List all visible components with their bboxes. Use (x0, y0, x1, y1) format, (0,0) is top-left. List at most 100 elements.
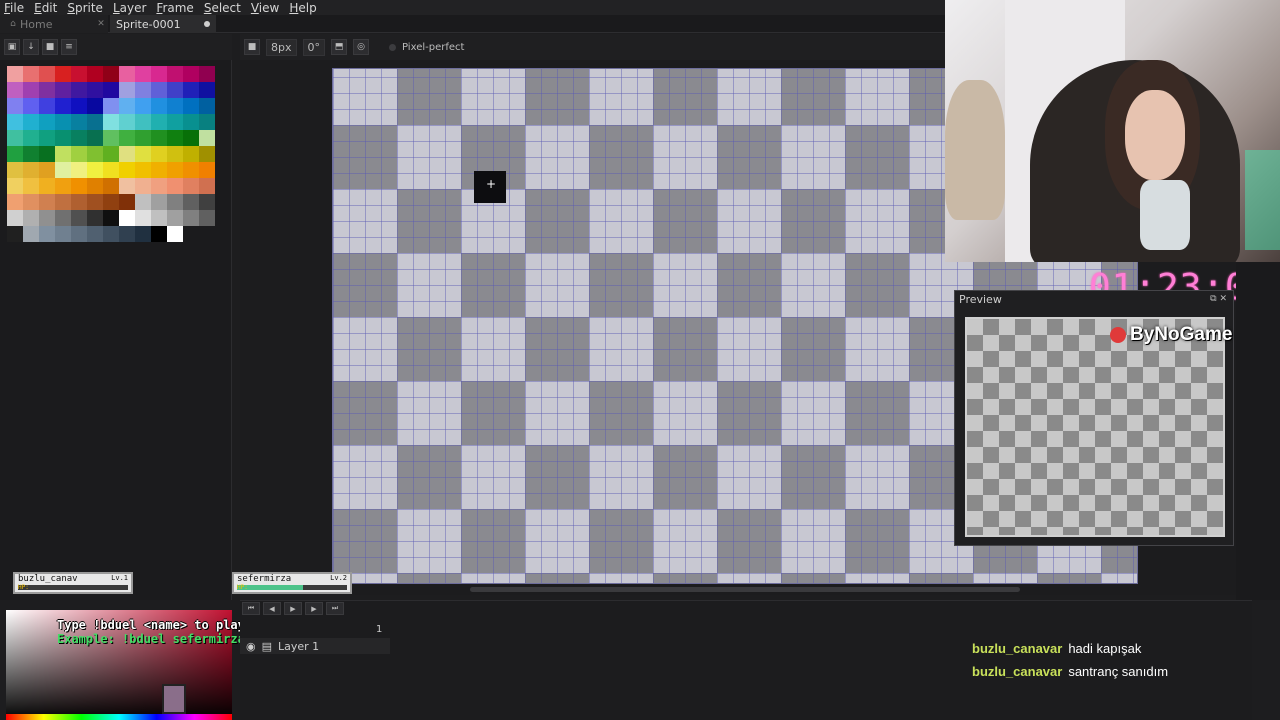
menu-file[interactable]: File (0, 1, 30, 15)
palette-swatch[interactable] (135, 178, 151, 194)
palette-swatch[interactable] (71, 82, 87, 98)
sort-down-icon[interactable]: ↓ (23, 39, 39, 55)
menu-help[interactable]: Help (285, 1, 322, 15)
tab-sprite[interactable]: Sprite-0001 (110, 15, 216, 33)
palette-swatch[interactable] (151, 66, 167, 82)
palette-swatch[interactable] (7, 194, 23, 210)
dynamics-icon[interactable]: ◎ (353, 39, 369, 55)
palette-swatch[interactable] (119, 130, 135, 146)
palette-swatch[interactable] (167, 162, 183, 178)
palette-swatch[interactable] (103, 82, 119, 98)
palette-swatch[interactable] (23, 130, 39, 146)
maximize-icon[interactable]: ⧉ (1210, 294, 1216, 304)
palette-swatch[interactable] (23, 226, 39, 242)
frame-number[interactable]: 1 (376, 624, 382, 635)
layer-row[interactable]: ◉ ▤ Layer 1 (240, 638, 390, 654)
palette-swatch[interactable] (183, 226, 199, 242)
menu-select[interactable]: Select (200, 1, 247, 15)
palette-swatch[interactable] (151, 210, 167, 226)
palette-swatch[interactable] (39, 66, 55, 82)
brush-size-field[interactable]: 8px (266, 38, 297, 56)
palette-swatch[interactable] (7, 178, 23, 194)
palette-swatch[interactable] (103, 98, 119, 114)
palette-swatch[interactable] (119, 178, 135, 194)
palette-swatch[interactable] (55, 210, 71, 226)
palette-swatch[interactable] (135, 226, 151, 242)
palette-swatch[interactable] (119, 194, 135, 210)
palette-swatch[interactable] (199, 114, 215, 130)
palette-swatch[interactable] (103, 66, 119, 82)
palette-swatch[interactable] (71, 146, 87, 162)
palette-swatch[interactable] (199, 194, 215, 210)
palette-swatch[interactable] (39, 146, 55, 162)
palette-swatch[interactable] (119, 162, 135, 178)
palette-swatch[interactable] (55, 82, 71, 98)
palette-swatch[interactable] (55, 130, 71, 146)
palette-swatch[interactable] (7, 82, 23, 98)
next-frame-icon[interactable]: ▶ (305, 602, 323, 615)
palette-swatch[interactable] (55, 178, 71, 194)
palette-swatch[interactable] (183, 162, 199, 178)
palette-swatch[interactable] (55, 146, 71, 162)
palette-swatch[interactable] (183, 210, 199, 226)
lock-icon[interactable]: ▣ (4, 39, 20, 55)
palette-swatch[interactable] (167, 178, 183, 194)
first-frame-icon[interactable]: ⏮ (242, 602, 260, 615)
palette-swatch[interactable] (199, 210, 215, 226)
pixel-perfect-checkbox[interactable] (389, 43, 396, 51)
palette-swatch[interactable] (39, 114, 55, 130)
palette-swatch[interactable] (167, 98, 183, 114)
menu-edit[interactable]: Edit (30, 1, 63, 15)
palette-swatch[interactable] (151, 130, 167, 146)
palette-swatch[interactable] (183, 130, 199, 146)
palette-swatch[interactable] (87, 210, 103, 226)
menu-layer[interactable]: Layer (109, 1, 152, 15)
palette-swatch[interactable] (167, 130, 183, 146)
palette-swatch[interactable] (23, 146, 39, 162)
palette-swatch[interactable] (39, 162, 55, 178)
brush-shape-icon[interactable]: ■ (244, 39, 260, 55)
palette-swatch[interactable] (103, 194, 119, 210)
palette-swatch[interactable] (39, 98, 55, 114)
palette-swatch[interactable] (199, 146, 215, 162)
palette-swatch[interactable] (167, 146, 183, 162)
palette-swatch[interactable] (183, 82, 199, 98)
palette-swatch[interactable] (135, 210, 151, 226)
palette-swatch[interactable] (39, 178, 55, 194)
palette-swatch[interactable] (135, 130, 151, 146)
palette-swatch[interactable] (71, 66, 87, 82)
palette-swatch[interactable] (119, 114, 135, 130)
palette-swatch[interactable] (23, 194, 39, 210)
close-icon[interactable]: ✕ (1219, 294, 1227, 304)
palette-swatch[interactable] (119, 146, 135, 162)
last-frame-icon[interactable]: ⏭ (326, 602, 344, 615)
palette-swatch[interactable] (135, 162, 151, 178)
menu-sprite[interactable]: Sprite (63, 1, 109, 15)
palette-swatch[interactable] (199, 98, 215, 114)
palette-swatch[interactable] (167, 82, 183, 98)
palette-swatch[interactable] (71, 226, 87, 242)
palette-swatch[interactable] (135, 146, 151, 162)
horizontal-scrollbar[interactable] (470, 587, 1020, 592)
palette-swatch[interactable] (39, 130, 55, 146)
palette-swatch[interactable] (71, 114, 87, 130)
palette-menu-icon[interactable]: ≡ (61, 39, 77, 55)
palette-swatch[interactable] (23, 178, 39, 194)
palette-swatch[interactable] (151, 162, 167, 178)
palette-swatch[interactable] (119, 210, 135, 226)
palette-swatch[interactable] (7, 66, 23, 82)
hue-slider[interactable] (6, 714, 232, 720)
palette-swatch[interactable] (151, 194, 167, 210)
unsaved-dot-icon[interactable] (204, 21, 210, 27)
palette-swatch[interactable] (119, 226, 135, 242)
palette-swatch[interactable] (167, 114, 183, 130)
palette-swatch[interactable] (7, 130, 23, 146)
palette-swatch[interactable] (151, 146, 167, 162)
palette-swatch[interactable] (151, 114, 167, 130)
palette-swatch[interactable] (151, 98, 167, 114)
eye-icon[interactable]: ◉ (246, 640, 256, 653)
palette-swatch[interactable] (23, 162, 39, 178)
palette-swatch[interactable] (87, 178, 103, 194)
palette-swatch[interactable] (103, 114, 119, 130)
palette-swatch[interactable] (135, 82, 151, 98)
